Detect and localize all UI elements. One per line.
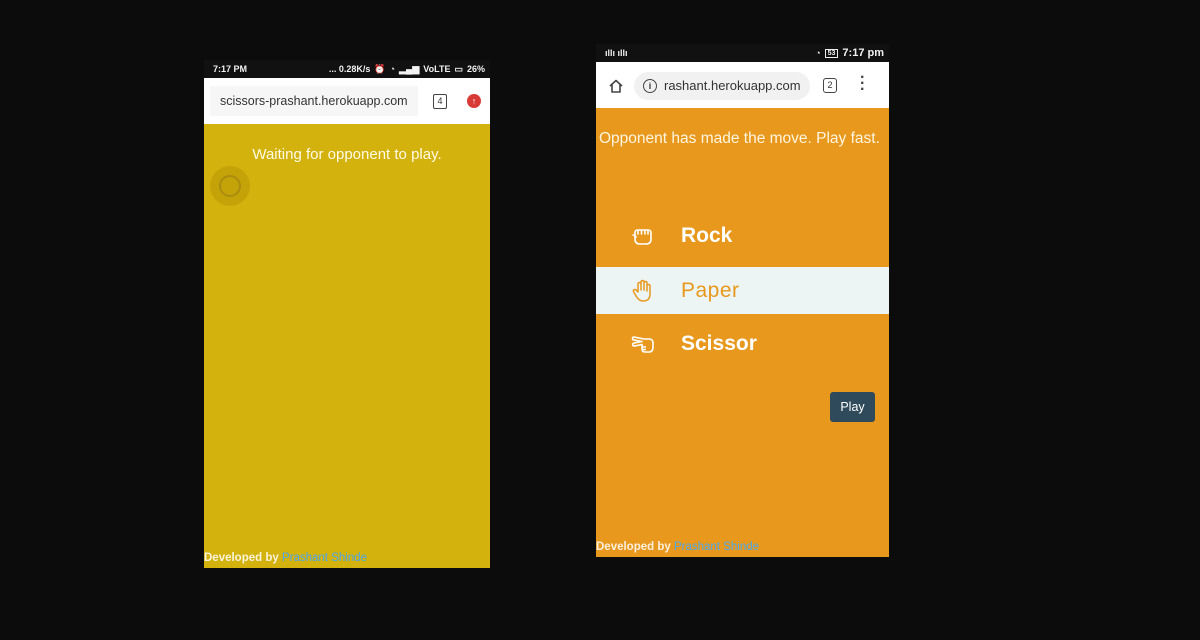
right-footer-prefix: Developed by xyxy=(596,541,674,553)
alarm-icon: ⏰ xyxy=(374,63,386,74)
left-status-speed: ... 0.28K/s xyxy=(328,64,371,74)
left-address-bar[interactable]: scissors-prashant.herokuapp.com xyxy=(210,86,418,116)
left-status-time: 7:17 PM xyxy=(213,64,248,74)
touch-indicator-icon xyxy=(210,166,250,206)
right-status-time: 7:17 pm xyxy=(842,47,884,59)
more-menu-icon[interactable]: · · · xyxy=(860,70,865,98)
info-icon[interactable]: i xyxy=(643,79,657,93)
right-address-bar[interactable]: rashant.herokuapp.com xyxy=(634,72,810,100)
choice-paper-label: Paper xyxy=(681,278,740,302)
left-author-link[interactable]: Prashant Shinde xyxy=(282,552,367,564)
left-browser-toolbar: scissors-prashant.herokuapp.com 4 ↑ xyxy=(204,78,490,124)
right-game-screen: Opponent has made the move. Play fast. R… xyxy=(596,108,889,557)
battery-icon: ▭ xyxy=(454,63,463,74)
upload-icon[interactable]: ↑ xyxy=(467,94,481,108)
hand-scissors-icon xyxy=(631,335,654,353)
home-icon[interactable] xyxy=(608,78,624,94)
left-tab-count-button[interactable]: 4 xyxy=(433,94,447,109)
left-phone-screen: 7:17 PM ... 0.28K/s ⏰ ◔ ▂▄▆ VoLTE ▭ 26% … xyxy=(204,60,490,568)
right-tab-count-button[interactable]: 2 xyxy=(823,78,837,93)
left-footer: Developed by Prashant Shinde xyxy=(204,552,367,564)
hand-paper-icon xyxy=(632,279,651,302)
choice-scissor-label: Scissor xyxy=(681,331,757,355)
left-status-battery: 26% xyxy=(466,64,485,74)
opponent-status-message: Opponent has made the move. Play fast. xyxy=(599,130,880,147)
right-status-battery: 53 xyxy=(824,48,839,58)
play-button[interactable]: Play xyxy=(830,392,875,422)
choice-paper[interactable]: Paper xyxy=(596,267,889,314)
wifi-icon: ◔ xyxy=(815,48,821,58)
signal-icon: ıllı ıllı xyxy=(605,48,628,58)
choice-rock[interactable]: Rock xyxy=(596,212,889,259)
wifi-icon: ◔ xyxy=(389,64,396,74)
right-author-link[interactable]: Prashant Shinde xyxy=(674,541,759,553)
left-status-network: VoLTE xyxy=(423,64,451,74)
right-footer: Developed by Prashant Shinde xyxy=(596,541,759,553)
hand-rock-icon xyxy=(632,228,652,245)
choice-scissor[interactable]: Scissor xyxy=(596,320,889,367)
choice-rock-label: Rock xyxy=(681,223,733,247)
right-phone-screen: ıllı ıllı ◔ 53 7:17 pm rashant.herokuapp… xyxy=(596,44,889,557)
left-footer-prefix: Developed by xyxy=(204,552,282,564)
right-status-bar: ıllı ıllı ◔ 53 7:17 pm xyxy=(596,44,889,62)
left-status-bar: 7:17 PM ... 0.28K/s ⏰ ◔ ▂▄▆ VoLTE ▭ 26% xyxy=(204,60,490,78)
signal-icon: ▂▄▆ xyxy=(399,63,420,74)
right-browser-toolbar: rashant.herokuapp.com i 2 · · · xyxy=(596,62,889,108)
left-game-screen: Waiting for opponent to play. Developed … xyxy=(204,124,490,568)
waiting-message: Waiting for opponent to play. xyxy=(252,146,442,163)
